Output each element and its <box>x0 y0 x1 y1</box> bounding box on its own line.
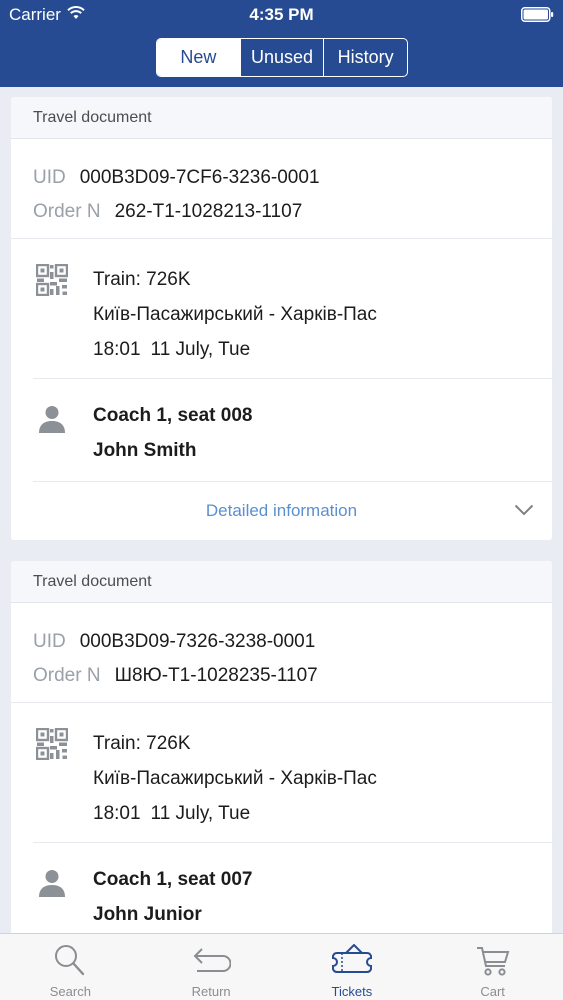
return-icon <box>193 948 232 972</box>
departure-time: 18:01 <box>93 803 141 824</box>
uid-row: UID 000B3D09-7326-3238-0001 <box>33 625 552 659</box>
battery-icon <box>521 7 554 22</box>
detailed-information-link[interactable]: Detailed information <box>11 501 552 521</box>
card-header: Travel document <box>11 97 552 139</box>
train-number: Train: 726K <box>93 269 191 290</box>
ticket-card: Travel document UID 000B3D09-7CF6-3236-0… <box>11 97 552 540</box>
qr-code-icon[interactable] <box>36 728 68 760</box>
departure-time: 18:01 <box>93 339 141 360</box>
departure-row: 18:01 11 July, Tue <box>93 796 377 831</box>
departure-row: 18:01 11 July, Tue <box>93 332 377 367</box>
train-route: Київ-Пасажирський - Харків-Пас <box>93 304 377 325</box>
detailed-information-toggle[interactable]: Detailed information <box>11 482 552 539</box>
order-value: 262-T1-1028213-1107 <box>114 201 303 222</box>
seat-info: Coach 1, seat 007 <box>93 869 253 890</box>
seat-info: Coach 1, seat 008 <box>93 405 253 426</box>
tab-label-tickets: Tickets <box>331 984 373 999</box>
train-route: Київ-Пасажирський - Харків-Пас <box>93 768 377 789</box>
card-header: Travel document <box>11 561 552 603</box>
person-icon <box>39 870 65 897</box>
ticket-ids: UID 000B3D09-7CF6-3236-0001 Order N 262-… <box>11 139 552 239</box>
chevron-down-icon[interactable] <box>514 504 534 516</box>
status-time: 4:35 PM <box>249 5 314 24</box>
order-row: Order N Ш8Ю-T1-1028235-1107 <box>33 659 552 693</box>
cart-icon <box>476 947 509 976</box>
segment-new[interactable]: New <box>157 39 240 76</box>
status-bar: Carrier 4:35 PM <box>0 0 563 30</box>
tab-cart[interactable]: Cart <box>422 934 563 1000</box>
ticket-ids: UID 000B3D09-7326-3238-0001 Order N Ш8Ю-… <box>11 603 552 703</box>
search-icon <box>55 945 85 976</box>
uid-label: UID <box>33 631 66 652</box>
tab-search[interactable]: Search <box>0 934 141 1000</box>
uid-row: UID 000B3D09-7CF6-3236-0001 <box>33 161 552 195</box>
tab-label-cart: Cart <box>480 984 505 999</box>
tab-tickets[interactable]: Tickets <box>282 934 423 1000</box>
passenger-name: John Smith <box>93 440 197 461</box>
train-info: Train: 726K Київ-Пасажирський - Харків-П… <box>33 703 552 843</box>
order-label: Order N <box>33 201 101 222</box>
order-row: Order N 262-T1-1028213-1107 <box>33 195 552 229</box>
ticket-icon <box>331 944 372 973</box>
departure-date: 11 July, Tue <box>150 339 251 360</box>
segment-history[interactable]: History <box>323 39 407 76</box>
ticket-filter-segmented-control: New Unused History <box>156 38 408 77</box>
tab-label-return: Return <box>191 984 231 999</box>
tab-return[interactable]: Return <box>141 934 282 1000</box>
train-number: Train: 726K <box>93 733 191 754</box>
uid-value: 000B3D09-7CF6-3236-0001 <box>79 167 320 188</box>
uid-value: 000B3D09-7326-3238-0001 <box>79 631 316 652</box>
passenger-info: Coach 1, seat 008 John Smith <box>33 379 552 482</box>
tab-label-search: Search <box>49 984 91 999</box>
order-label: Order N <box>33 665 101 686</box>
person-icon <box>39 406 65 433</box>
qr-code-icon[interactable] <box>36 264 68 296</box>
passenger-info: Coach 1, seat 007 John Junior <box>33 843 552 946</box>
train-info: Train: 726K Київ-Пасажирський - Харків-П… <box>33 239 552 379</box>
bottom-tab-bar: Search Return Tickets Cart <box>0 933 563 1000</box>
departure-date: 11 July, Tue <box>150 803 251 824</box>
segment-unused[interactable]: Unused <box>239 39 324 76</box>
app-header: Carrier 4:35 PM New Unused History <box>0 0 563 87</box>
uid-label: UID <box>33 167 66 188</box>
passenger-name: John Junior <box>93 904 202 925</box>
order-value: Ш8Ю-T1-1028235-1107 <box>114 665 318 686</box>
